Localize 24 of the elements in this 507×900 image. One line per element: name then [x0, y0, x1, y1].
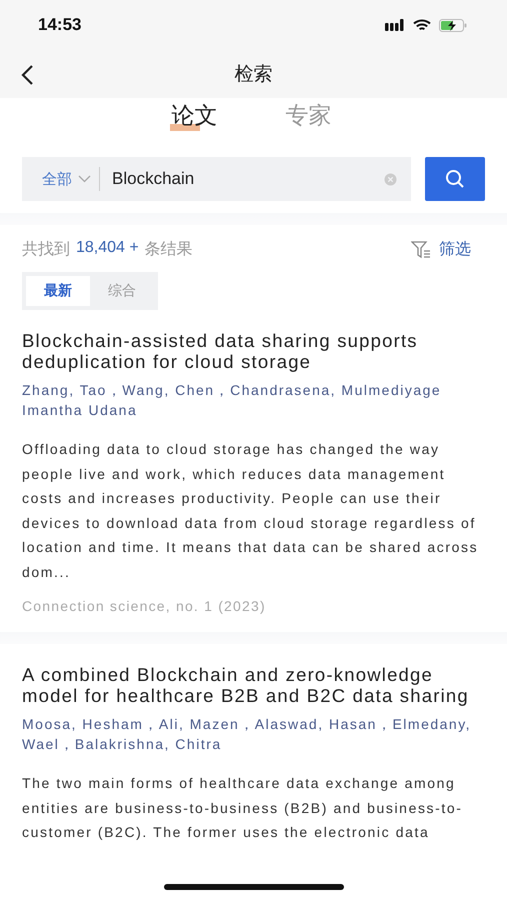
paper-authors: Zhang, Tao，Wang, Chen，Chandrasena, Mulmediyage Imantha Udana	[22, 381, 442, 420]
paper-title[interactable]: Blockchain-assisted data sharing supports deduplication for cloud storage	[22, 330, 485, 372]
paper-title[interactable]: A combined Blockchain and zero-knowledge model for healthcare B2B and B2C data sharing	[22, 664, 485, 706]
paper-abstract: The two main forms of healthcare data exchange among entities are business-to-business (B2B) and business-to-customer (B2C). The former uses the electronic data	[22, 774, 464, 842]
search-icon	[445, 169, 465, 189]
results-count: 18,404 +	[76, 239, 139, 258]
results-label: 共找到	[22, 240, 70, 260]
signal-icon	[385, 19, 405, 31]
paper-source: Connection science, no. 1 (2023)	[22, 598, 267, 614]
results-label: 条结果	[144, 240, 193, 260]
paper-abstract: Offloading data to cloud storage has changed the way people live and work, which reduces data management costs and increases productivity. People can use their devices to download data from cloud storage regardless of location and time. It means that data can be shared across dom...	[22, 440, 480, 582]
chevron-icon	[78, 175, 91, 183]
scope-dropdown[interactable]: 全部	[42, 170, 91, 188]
search-button[interactable]	[425, 157, 485, 201]
paper-authors: Moosa, Hesham，Ali, Mazen，Alaswad, Hasan，Elmedany, Wael，Balakrishna, Chitra	[22, 715, 472, 754]
filter-icon	[411, 240, 431, 258]
filter-button[interactable]: 筛选	[411, 239, 471, 260]
status-time: 14:53	[38, 15, 82, 35]
back-icon[interactable]	[20, 64, 34, 86]
page-title: 检索	[234, 63, 272, 87]
search-field[interactable]: 全部 Blockchain	[22, 157, 411, 201]
battery-icon	[439, 18, 467, 32]
sort-tab[interactable]: 最新	[26, 276, 90, 306]
wifi-icon	[413, 18, 431, 32]
